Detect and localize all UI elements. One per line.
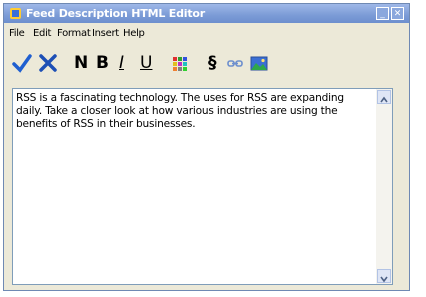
chevron-down-icon bbox=[380, 276, 388, 283]
cancel-x-icon[interactable] bbox=[38, 52, 58, 74]
menu-file[interactable]: File bbox=[9, 28, 25, 39]
window-title: Feed Description HTML Editor bbox=[26, 7, 205, 20]
app-icon bbox=[10, 8, 21, 19]
formatting-toolbar: N B I U § bbox=[4, 48, 409, 76]
link-icon[interactable] bbox=[226, 52, 244, 74]
close-button[interactable]: ✕ bbox=[391, 7, 404, 20]
color-palette-icon[interactable] bbox=[172, 52, 188, 74]
close-icon: ✕ bbox=[393, 9, 402, 19]
accept-checkmark-icon[interactable] bbox=[12, 52, 32, 74]
insert-image-icon[interactable] bbox=[250, 52, 268, 74]
scroll-up-button[interactable] bbox=[377, 90, 391, 104]
menu-edit[interactable]: Edit bbox=[33, 28, 51, 39]
italic-button[interactable]: I bbox=[119, 52, 124, 74]
chevron-up-icon bbox=[380, 96, 388, 103]
menu-format[interactable]: Format bbox=[57, 28, 91, 39]
menu-help[interactable]: Help bbox=[123, 28, 145, 39]
bold-button[interactable]: B bbox=[96, 52, 109, 74]
scroll-down-button[interactable] bbox=[377, 269, 391, 283]
title-bar[interactable]: Feed Description HTML Editor _ ✕ bbox=[4, 4, 409, 23]
minimize-icon: _ bbox=[380, 9, 385, 19]
menu-insert[interactable]: Insert bbox=[92, 28, 119, 39]
editor-text: RSS is a fascinating technology. The use… bbox=[16, 92, 344, 130]
html-editor-textarea[interactable]: RSS is a fascinating technology. The use… bbox=[12, 88, 393, 285]
editor-window: Feed Description HTML Editor _ ✕ File Ed… bbox=[3, 3, 410, 291]
normal-text-button[interactable]: N bbox=[74, 52, 88, 74]
section-symbol-button[interactable]: § bbox=[208, 52, 217, 74]
menu-bar: File Edit Format Insert Help bbox=[4, 24, 409, 44]
vertical-scrollbar[interactable] bbox=[376, 89, 392, 284]
minimize-button[interactable]: _ bbox=[376, 7, 389, 20]
underline-button[interactable]: U bbox=[140, 52, 152, 74]
